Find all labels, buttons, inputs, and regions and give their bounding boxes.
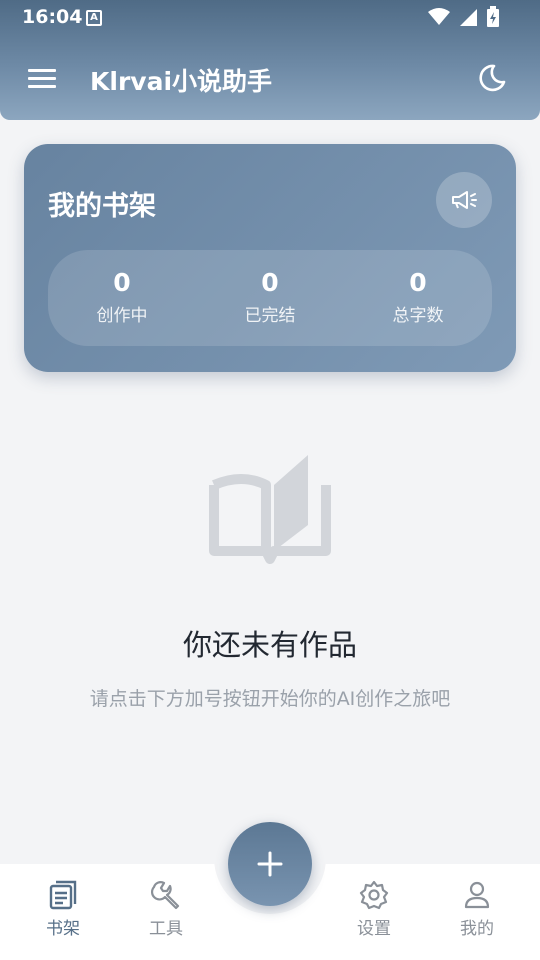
nav-item-profile[interactable]: 我的 [437, 880, 517, 939]
moon-icon[interactable] [476, 62, 508, 94]
stat-total-words: 0 总字数 [344, 250, 492, 346]
stat-value: 0 [409, 268, 427, 297]
gear-icon [359, 880, 389, 910]
add-work-button[interactable] [228, 822, 312, 906]
cellular-signal-icon [460, 9, 477, 26]
stat-label: 总字数 [392, 306, 444, 326]
stat-label: 创作中 [96, 306, 148, 326]
stat-label: 已完结 [244, 306, 296, 326]
nav-label: 书架 [46, 919, 80, 939]
wrench-icon [151, 881, 180, 910]
bookshelf-card: 我的书架 0 创作中 0 已完结 0 总字数 [24, 144, 516, 372]
stat-writing: 0 创作中 [48, 250, 196, 346]
open-book-icon [208, 455, 332, 565]
bookshelf-icon [49, 880, 77, 910]
menu-icon[interactable] [28, 66, 56, 90]
person-icon [464, 881, 490, 909]
stat-value: 0 [113, 268, 131, 297]
empty-state-subtitle: 请点击下方加号按钮开始你的AI创作之旅吧 [89, 688, 451, 710]
nav-item-tools[interactable]: 工具 [126, 880, 206, 939]
nav-label: 我的 [460, 919, 494, 939]
nav-item-bookshelf[interactable]: 书架 [23, 880, 103, 939]
stats-panel: 0 创作中 0 已完结 0 总字数 [48, 250, 492, 346]
stat-completed: 0 已完结 [196, 250, 344, 346]
app-title: Klrvai小说助手 [90, 67, 273, 96]
nav-label: 工具 [149, 919, 183, 939]
status-time: 16:04 [22, 6, 83, 28]
bookshelf-title: 我的书架 [48, 191, 156, 222]
empty-state-title: 你还未有作品 [182, 628, 357, 662]
announcement-button[interactable] [436, 172, 492, 228]
status-icons [428, 6, 500, 28]
wifi-icon [428, 8, 450, 25]
app-header: 16:04 A Klrvai小说助手 [0, 0, 540, 120]
nav-label: 设置 [357, 919, 391, 939]
plus-icon [257, 851, 283, 877]
megaphone-icon [452, 191, 477, 209]
status-bar: 16:04 A [0, 0, 540, 34]
notification-icon: A [86, 10, 102, 26]
battery-charging-icon [487, 6, 499, 27]
stat-value: 0 [261, 268, 279, 297]
nav-item-settings[interactable]: 设置 [334, 880, 414, 939]
